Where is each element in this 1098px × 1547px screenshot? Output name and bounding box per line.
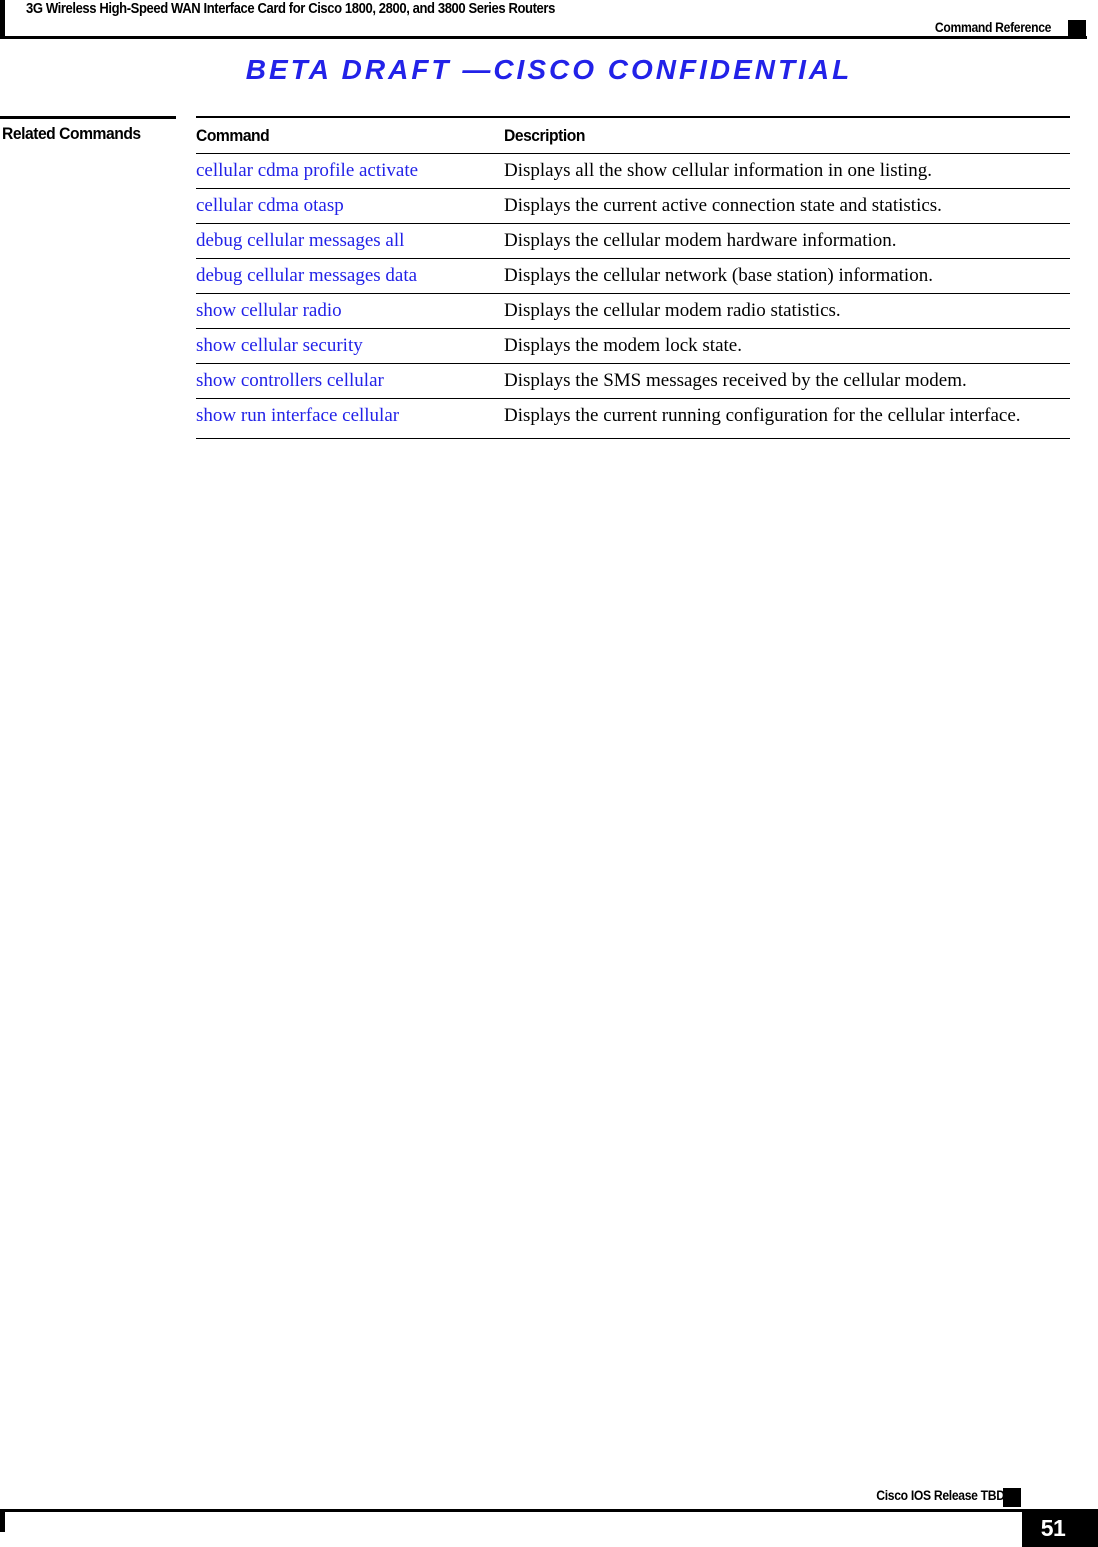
footer-square-marker	[1003, 1488, 1021, 1507]
command-description: Displays the current running configurati…	[504, 398, 1070, 439]
side-label-rule	[0, 116, 176, 119]
draft-confidential-watermark: BETA DRAFT —CISCO CONFIDENTIAL	[245, 54, 853, 85]
command-description: Displays the current active connection s…	[504, 188, 1070, 224]
command-description: Displays all the show cellular informati…	[504, 153, 1070, 189]
command-link[interactable]: show run interface cellular	[196, 398, 504, 439]
table-body: cellular cdma profile activate Displays a…	[196, 153, 1070, 439]
page-header: 3G Wireless High-Speed WAN Interface Car…	[0, 0, 1098, 60]
table-row: show controllers cellular Displays the SM…	[196, 363, 1070, 399]
command-description: Displays the SMS messages received by th…	[504, 363, 1070, 399]
command-link[interactable]: cellular cdma profile activate	[196, 153, 504, 189]
footer-left-tick	[0, 1509, 5, 1532]
footer-rule	[0, 1509, 1022, 1512]
header-rule	[0, 36, 1087, 39]
command-link[interactable]: show controllers cellular	[196, 363, 504, 399]
section-side-label: Related Commands	[2, 124, 141, 143]
command-link[interactable]: show cellular security	[196, 328, 504, 364]
table-row: debug cellular messages data Displays the…	[196, 258, 1070, 294]
table-row: debug cellular messages all Displays the …	[196, 223, 1070, 259]
table-head: Command Description	[196, 116, 1070, 154]
chapter-title: Command Reference	[934, 20, 1051, 35]
table-row: show cellular security Displays the modem…	[196, 328, 1070, 364]
command-description: Displays the cellular modem radio statis…	[504, 293, 1070, 329]
table-header-row: Command Description	[196, 116, 1070, 154]
table-row: show cellular radio Displays the cellular…	[196, 293, 1070, 329]
column-header-command-label: Command	[196, 126, 270, 145]
header-left-tick	[0, 0, 5, 38]
command-link[interactable]: debug cellular messages data	[196, 258, 504, 294]
command-description: Displays the cellular network (base stat…	[504, 258, 1070, 294]
command-link[interactable]: debug cellular messages all	[196, 223, 504, 259]
table-row: show run interface cellular Displays the …	[196, 398, 1070, 439]
column-header-description-label: Description	[504, 126, 585, 145]
command-link[interactable]: cellular cdma otasp	[196, 188, 504, 224]
header-square-marker	[1068, 20, 1086, 39]
column-header-description: Description	[504, 116, 1070, 154]
running-title: 3G Wireless High-Speed WAN Interface Car…	[26, 1, 555, 17]
related-commands-table: Command Description cellular cdma profil…	[196, 116, 1070, 439]
footer-release-label: Cisco IOS Release TBD	[876, 1488, 1006, 1503]
page-number: 51	[1040, 1515, 1066, 1541]
table-row: cellular cdma otasp Displays the current …	[196, 188, 1070, 224]
command-link[interactable]: show cellular radio	[196, 293, 504, 329]
column-header-command: Command	[196, 116, 504, 154]
page-footer: Cisco IOS Release TBD 51	[0, 1488, 1098, 1547]
table-row: cellular cdma profile activate Displays a…	[196, 153, 1070, 189]
command-description: Displays the cellular modem hardware inf…	[504, 223, 1070, 259]
command-description: Displays the modem lock state.	[504, 328, 1070, 364]
